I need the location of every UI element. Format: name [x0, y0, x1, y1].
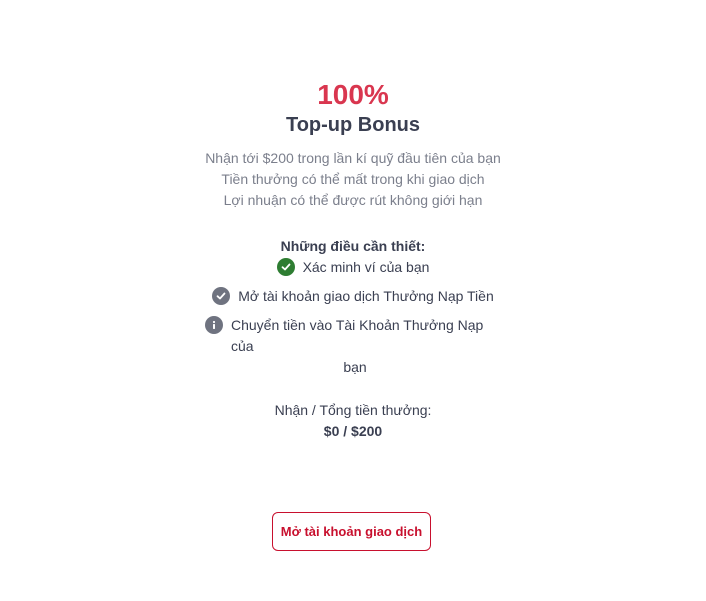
requirements-title: Những điều cần thiết:	[280, 238, 426, 254]
top-up-bonus-card: 100% Top-up Bonus Nhận tới $200 trong lầ…	[0, 0, 706, 601]
description-line: Tiền thưởng có thể mất trong khi giao dị…	[221, 171, 485, 187]
received-total-value: $0 / $200	[323, 423, 383, 439]
bonus-title: Top-up Bonus	[285, 114, 421, 136]
requirement-item-transfer-funds: Chuyển tiền vào Tài Khoản Thưởng Nạp của…	[205, 315, 505, 378]
description-line: Lợi nhuận có thể được rút không giới hạn	[223, 192, 483, 208]
info-circle-icon	[205, 316, 223, 334]
bonus-description: Nhận tới $200 trong lần kí quỹ đầu tiên …	[0, 148, 706, 211]
received-total-label: Nhận / Tổng tiền thưởng:	[274, 402, 432, 418]
check-circle-icon	[276, 258, 295, 276]
check-circle-icon	[212, 287, 231, 305]
description-line: Nhận tới $200 trong lần kí quỹ đầu tiên …	[205, 150, 501, 166]
requirement-item-verify-wallet: Xác minh ví của bạn	[0, 257, 706, 278]
open-trading-account-button[interactable]: Mở tài khoản giao dịch	[272, 512, 431, 551]
requirement-item-open-account: Mở tài khoản giao dịch Thưởng Nạp Tiền	[0, 286, 706, 307]
requirement-label: Chuyển tiền vào Tài Khoản Thưởng Nạp của	[231, 317, 484, 354]
requirement-label: Mở tài khoản giao dịch Thưởng Nạp Tiền	[238, 288, 494, 304]
bonus-percent: 100%	[317, 79, 389, 110]
requirement-label-continued: bạn	[343, 359, 367, 375]
requirement-label: Xác minh ví của bạn	[302, 259, 430, 275]
